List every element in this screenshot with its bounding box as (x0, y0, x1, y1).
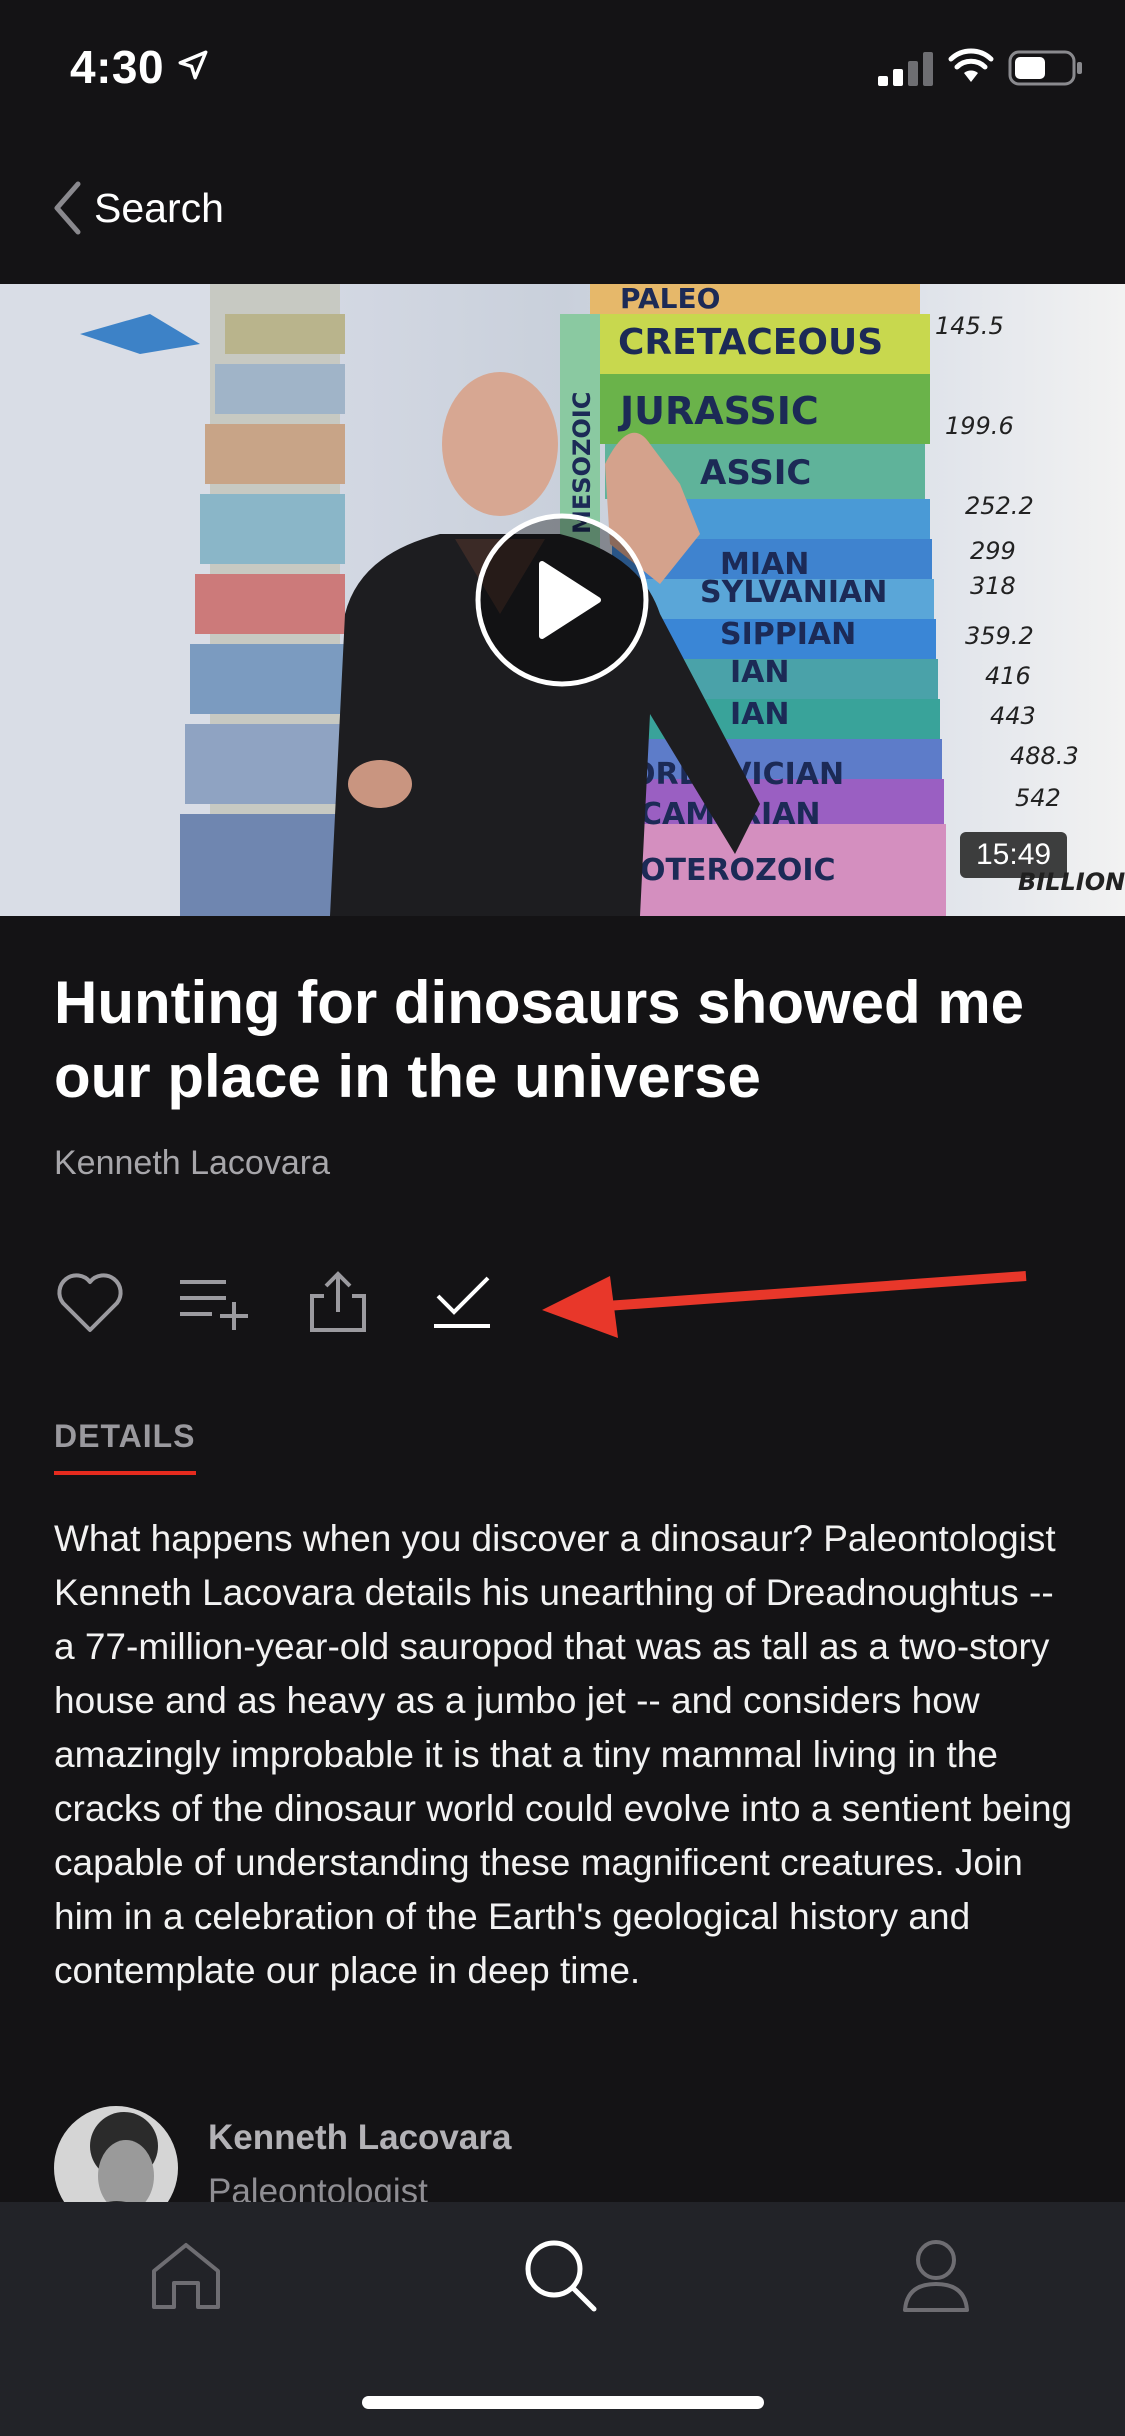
svg-text:416: 416 (985, 662, 1031, 690)
chart-numbers: 145.5 199.6 252.2 299 318 359.2 416 443 … (935, 312, 1125, 896)
svg-text:OTEROZOIC: OTEROZOIC (640, 853, 836, 888)
svg-text:542: 542 (1015, 784, 1061, 812)
favorite-button[interactable] (54, 1266, 126, 1338)
svg-text:199.6: 199.6 (945, 412, 1014, 440)
speaker-card-name[interactable]: Kenneth Lacovara (208, 2118, 511, 2158)
svg-text:IAN: IAN (730, 655, 790, 690)
tab-details[interactable]: DETAILS (54, 1418, 196, 1475)
svg-text:IAN: IAN (730, 697, 790, 732)
home-icon (152, 2243, 220, 2309)
checkmark-icon (434, 1276, 490, 1328)
profile-icon (903, 2240, 969, 2312)
svg-text:318: 318 (970, 572, 1016, 600)
status-time: 4:30 (70, 41, 165, 93)
video-duration: 15:49 (960, 832, 1068, 878)
svg-text:PALEO: PALEO (620, 284, 720, 315)
svg-text:145.5: 145.5 (935, 312, 1004, 340)
action-row (54, 1266, 550, 1338)
home-indicator[interactable] (362, 2396, 764, 2409)
svg-text:488.3: 488.3 (1010, 742, 1079, 770)
add-to-list-button[interactable] (178, 1266, 250, 1338)
wifi-icon (948, 48, 994, 82)
svg-text:359.2: 359.2 (965, 622, 1034, 650)
svg-text:443: 443 (990, 702, 1036, 730)
share-button[interactable] (302, 1266, 374, 1338)
heart-icon (57, 1273, 123, 1332)
svg-text:CRETACEOUS: CRETACEOUS (618, 322, 883, 363)
chevron-left-icon (54, 181, 81, 235)
mark-watched-button[interactable] (426, 1266, 498, 1338)
svg-text:299: 299 (970, 537, 1016, 565)
back-label: Search (94, 184, 224, 231)
svg-text:JURASSIC: JURASSIC (617, 389, 819, 433)
tab-search[interactable] (510, 2230, 610, 2320)
svg-text:ASSIC: ASSIC (700, 453, 811, 493)
talk-title: Hunting for dinosaurs showed me our plac… (54, 969, 1025, 1110)
battery-icon (1008, 50, 1082, 86)
annotation-arrow (542, 1271, 1027, 1338)
svg-text:SIPPIAN: SIPPIAN (720, 617, 856, 652)
talk-description: What happens when you discover a dinosau… (54, 1518, 1073, 1991)
share-icon (310, 1271, 366, 1332)
location-arrow-icon (178, 50, 208, 80)
play-button[interactable] (474, 512, 650, 688)
svg-text:SYLVANIAN: SYLVANIAN (700, 575, 887, 610)
svg-text:252.2: 252.2 (965, 492, 1034, 520)
back-button[interactable]: Search (52, 176, 224, 240)
cellular-signal-icon (878, 52, 933, 86)
tab-profile[interactable] (886, 2230, 986, 2320)
playlist-add-icon (180, 1280, 248, 1330)
tab-home[interactable] (136, 2230, 236, 2320)
search-icon (525, 2240, 597, 2312)
speaker-name[interactable]: Kenneth Lacovara (54, 1144, 330, 1183)
